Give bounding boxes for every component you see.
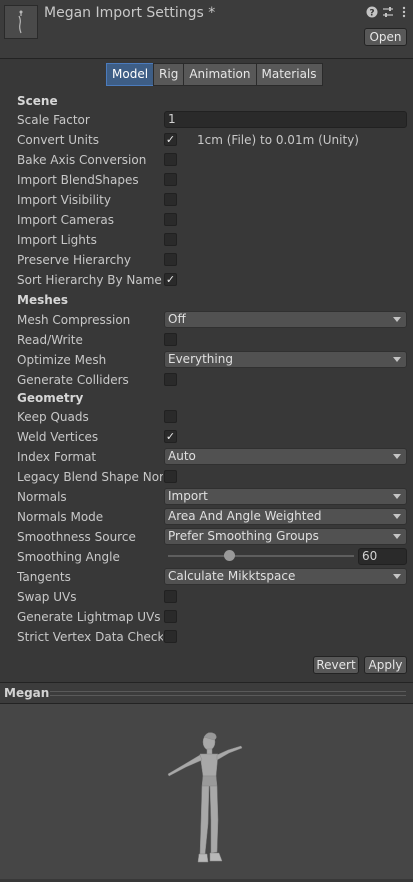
chevron-down-icon [393, 574, 401, 579]
sort-hierarchy-checkbox[interactable]: ✓ [164, 273, 177, 286]
keep-quads-checkbox[interactable] [164, 410, 177, 423]
convert-units-label: Convert Units [17, 133, 99, 147]
presets-icon[interactable] [382, 6, 394, 18]
smoothing-angle-slider-track[interactable] [168, 555, 354, 557]
strict-vertex-checkbox[interactable] [164, 630, 177, 643]
checkmark-icon: ✓ [165, 430, 176, 443]
tangents-value: Calculate Mikktspace [168, 569, 296, 583]
chevron-down-icon [393, 357, 401, 362]
import-lights-checkbox[interactable] [164, 233, 177, 246]
generate-colliders-checkbox[interactable] [164, 373, 177, 386]
read-write-checkbox[interactable] [164, 333, 177, 346]
swap-uvs-label: Swap UVs [17, 590, 77, 604]
chevron-down-icon [393, 317, 401, 322]
preview-title: Megan [4, 686, 50, 700]
strict-vertex-label: Strict Vertex Data Checks [17, 630, 163, 644]
optimize-mesh-value: Everything [168, 352, 233, 366]
legacy-blend-checkbox[interactable] [164, 470, 177, 483]
import-cameras-label: Import Cameras [17, 213, 114, 227]
lightmap-uvs-label: Generate Lightmap UVs [17, 610, 161, 624]
checkmark-icon: ✓ [165, 273, 176, 286]
svg-text:?: ? [369, 9, 374, 19]
normals-mode-value: Area And Angle Weighted [168, 509, 322, 523]
model-thumbnail [4, 5, 38, 39]
apply-button[interactable]: Apply [364, 656, 407, 674]
normals-mode-label: Normals Mode [17, 510, 104, 524]
normals-value: Import [168, 489, 208, 503]
bake-axis-checkbox[interactable] [164, 153, 177, 166]
smoothing-angle-slider-thumb[interactable] [224, 550, 235, 561]
open-button[interactable]: Open [364, 28, 407, 46]
character-model-image [167, 732, 243, 863]
index-format-label: Index Format [17, 450, 97, 464]
import-visibility-label: Import Visibility [17, 193, 111, 207]
import-blendshapes-checkbox[interactable] [164, 173, 177, 186]
read-write-label: Read/Write [17, 333, 83, 347]
chevron-down-icon [393, 514, 401, 519]
normals-dropdown[interactable]: Import [164, 488, 407, 505]
weld-vertices-label: Weld Vertices [17, 430, 99, 444]
tab-animation[interactable]: Animation [183, 63, 257, 86]
import-cameras-checkbox[interactable] [164, 213, 177, 226]
import-visibility-checkbox[interactable] [164, 193, 177, 206]
lightmap-uvs-checkbox[interactable] [164, 610, 177, 623]
mesh-compression-dropdown[interactable]: Off [164, 311, 407, 328]
section-meshes: Meshes [17, 293, 69, 307]
section-scene: Scene [17, 94, 58, 108]
optimize-mesh-label: Optimize Mesh [17, 353, 107, 367]
import-tabs: Model Rig Animation Materials [106, 63, 323, 86]
tab-model[interactable]: Model [106, 63, 155, 86]
preserve-hierarchy-checkbox[interactable] [164, 253, 177, 266]
swap-uvs-checkbox[interactable] [164, 590, 177, 603]
more-icon[interactable] [398, 6, 410, 18]
tab-materials[interactable]: Materials [255, 63, 323, 86]
mesh-compression-value: Off [168, 312, 186, 326]
smoothness-source-value: Prefer Smoothing Groups [168, 529, 319, 543]
normals-mode-dropdown[interactable]: Area And Angle Weighted [164, 508, 407, 525]
inspector-header: Megan Import Settings * ? Open [0, 0, 413, 59]
import-blendshapes-label: Import BlendShapes [17, 173, 139, 187]
drag-handle-icon[interactable] [50, 691, 406, 696]
scale-factor-label: Scale Factor [17, 113, 90, 127]
chevron-down-icon [393, 454, 401, 459]
checkmark-icon: ✓ [165, 133, 176, 146]
tangents-dropdown[interactable]: Calculate Mikktspace [164, 568, 407, 585]
inspector-title: Megan Import Settings * [44, 5, 216, 21]
weld-vertices-checkbox[interactable]: ✓ [164, 430, 177, 443]
model-thumbnail-icon [18, 10, 23, 34]
preserve-hierarchy-label: Preserve Hierarchy [17, 253, 131, 267]
import-lights-label: Import Lights [17, 233, 97, 247]
smoothing-angle-label: Smoothing Angle [17, 550, 120, 564]
convert-units-checkbox[interactable]: ✓ [164, 133, 177, 146]
mesh-compression-label: Mesh Compression [17, 313, 131, 327]
smoothness-source-label: Smoothness Source [17, 530, 136, 544]
scale-factor-field[interactable]: 1 [164, 111, 407, 128]
index-format-value: Auto [168, 449, 196, 463]
chevron-down-icon [393, 534, 401, 539]
smoothing-angle-field[interactable]: 60 [358, 548, 407, 565]
tab-rig[interactable]: Rig [153, 63, 185, 86]
generate-colliders-label: Generate Colliders [17, 373, 129, 387]
tangents-label: Tangents [17, 570, 71, 584]
section-geometry: Geometry [17, 391, 84, 405]
help-icon[interactable]: ? [366, 6, 378, 19]
model-preview[interactable] [0, 704, 413, 879]
index-format-dropdown[interactable]: Auto [164, 448, 407, 465]
chevron-down-icon [393, 494, 401, 499]
optimize-mesh-dropdown[interactable]: Everything [164, 351, 407, 368]
revert-button[interactable]: Revert [313, 656, 359, 674]
legacy-blend-label: Legacy Blend Shape Norm [17, 470, 163, 484]
bake-axis-label: Bake Axis Conversion [17, 153, 147, 167]
preview-header[interactable]: Megan [0, 682, 413, 704]
keep-quads-label: Keep Quads [17, 410, 89, 424]
smoothness-source-dropdown[interactable]: Prefer Smoothing Groups [164, 528, 407, 545]
convert-units-text: 1cm (File) to 0.01m (Unity) [197, 133, 359, 147]
sort-hierarchy-label: Sort Hierarchy By Name [17, 273, 162, 287]
normals-label: Normals [17, 490, 67, 504]
